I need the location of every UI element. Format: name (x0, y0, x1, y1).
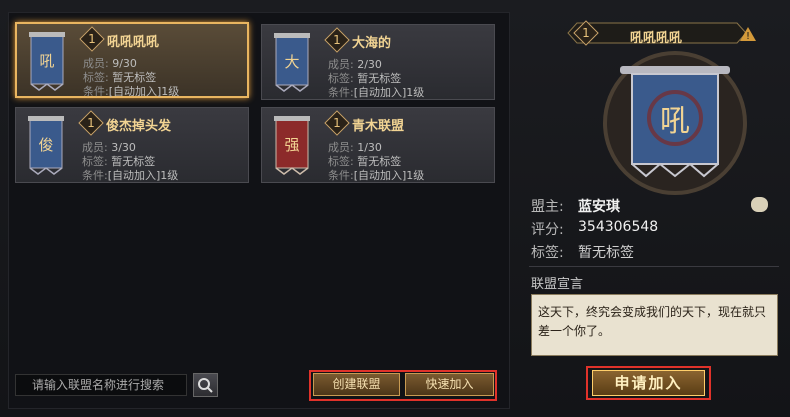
condition-label: 条件: (328, 169, 354, 182)
clan-name: 青木联盟 (352, 119, 405, 134)
svg-text:!: ! (746, 31, 750, 42)
level-number: 1 (333, 116, 341, 130)
quick-join-button[interactable]: 快速加入 (405, 373, 494, 396)
clan-emblem-char: 大 (284, 53, 300, 71)
level-number: 1 (333, 33, 341, 47)
clan-card[interactable]: 吼 1 吼吼吼吼 成员: 9/30 标签: 暂无标签 条件:[自动加入]1级 (15, 22, 249, 98)
score-label: 评分: (531, 222, 564, 238)
clan-search-input[interactable]: 请输入联盟名称进行搜索 (15, 374, 187, 396)
level-number: 1 (87, 116, 95, 130)
tag-label: 标签: (531, 245, 564, 261)
clan-emblem-char: 俊 (38, 136, 54, 154)
clan-name: 吼吼吼吼 (107, 35, 160, 50)
condition-value: [自动加入]1级 (353, 169, 425, 182)
clan-emblem-char: 吼 (39, 52, 55, 70)
detail-clan-name: 吼吼吼吼 (630, 31, 683, 46)
apply-join-button[interactable]: 申请加入 (592, 370, 705, 396)
declaration-title: 联盟宣言 (531, 277, 584, 292)
condition-label: 条件: (83, 85, 109, 98)
chat-icon[interactable] (751, 197, 768, 212)
tag-value: 暂无标签 (578, 245, 634, 261)
divider (529, 266, 779, 267)
level-number: 1 (582, 26, 590, 40)
leader-label: 盟主: (531, 199, 564, 215)
condition-label: 条件: (82, 169, 108, 182)
report-icon[interactable]: ! (739, 26, 757, 42)
condition-value: [自动加入]1级 (107, 169, 179, 182)
detail-emblem-char: 吼 (660, 104, 690, 139)
score-value: 354306548 (578, 219, 659, 235)
clan-card[interactable]: 强 1 青木联盟 成员: 1/30 标签: 暂无标签 条件:[自动加入]1级 (261, 107, 495, 183)
condition-value: [自动加入]1级 (353, 86, 425, 99)
condition-value: [自动加入]1级 (108, 85, 180, 98)
leader-value: 蓝安琪 (578, 199, 620, 215)
clan-card[interactable]: 俊 1 俊杰掉头发 成员: 3/30 标签: 暂无标签 条件:[自动加入]1级 (15, 107, 249, 183)
search-icon (198, 378, 213, 393)
create-clan-button[interactable]: 创建联盟 (313, 373, 400, 396)
condition-label: 条件: (328, 86, 354, 99)
declaration-text: 这天下，终究会变成我们的天下，现在就只差一个你了。 (531, 294, 778, 356)
clan-emblem-char: 强 (284, 136, 300, 154)
clan-name: 大海的 (352, 36, 392, 51)
clan-card[interactable]: 大 1 大海的 成员: 2/30 标签: 暂无标签 条件:[自动加入]1级 (261, 24, 495, 100)
level-number: 1 (88, 32, 96, 46)
search-button[interactable] (193, 373, 218, 397)
clan-name: 俊杰掉头发 (106, 119, 172, 134)
